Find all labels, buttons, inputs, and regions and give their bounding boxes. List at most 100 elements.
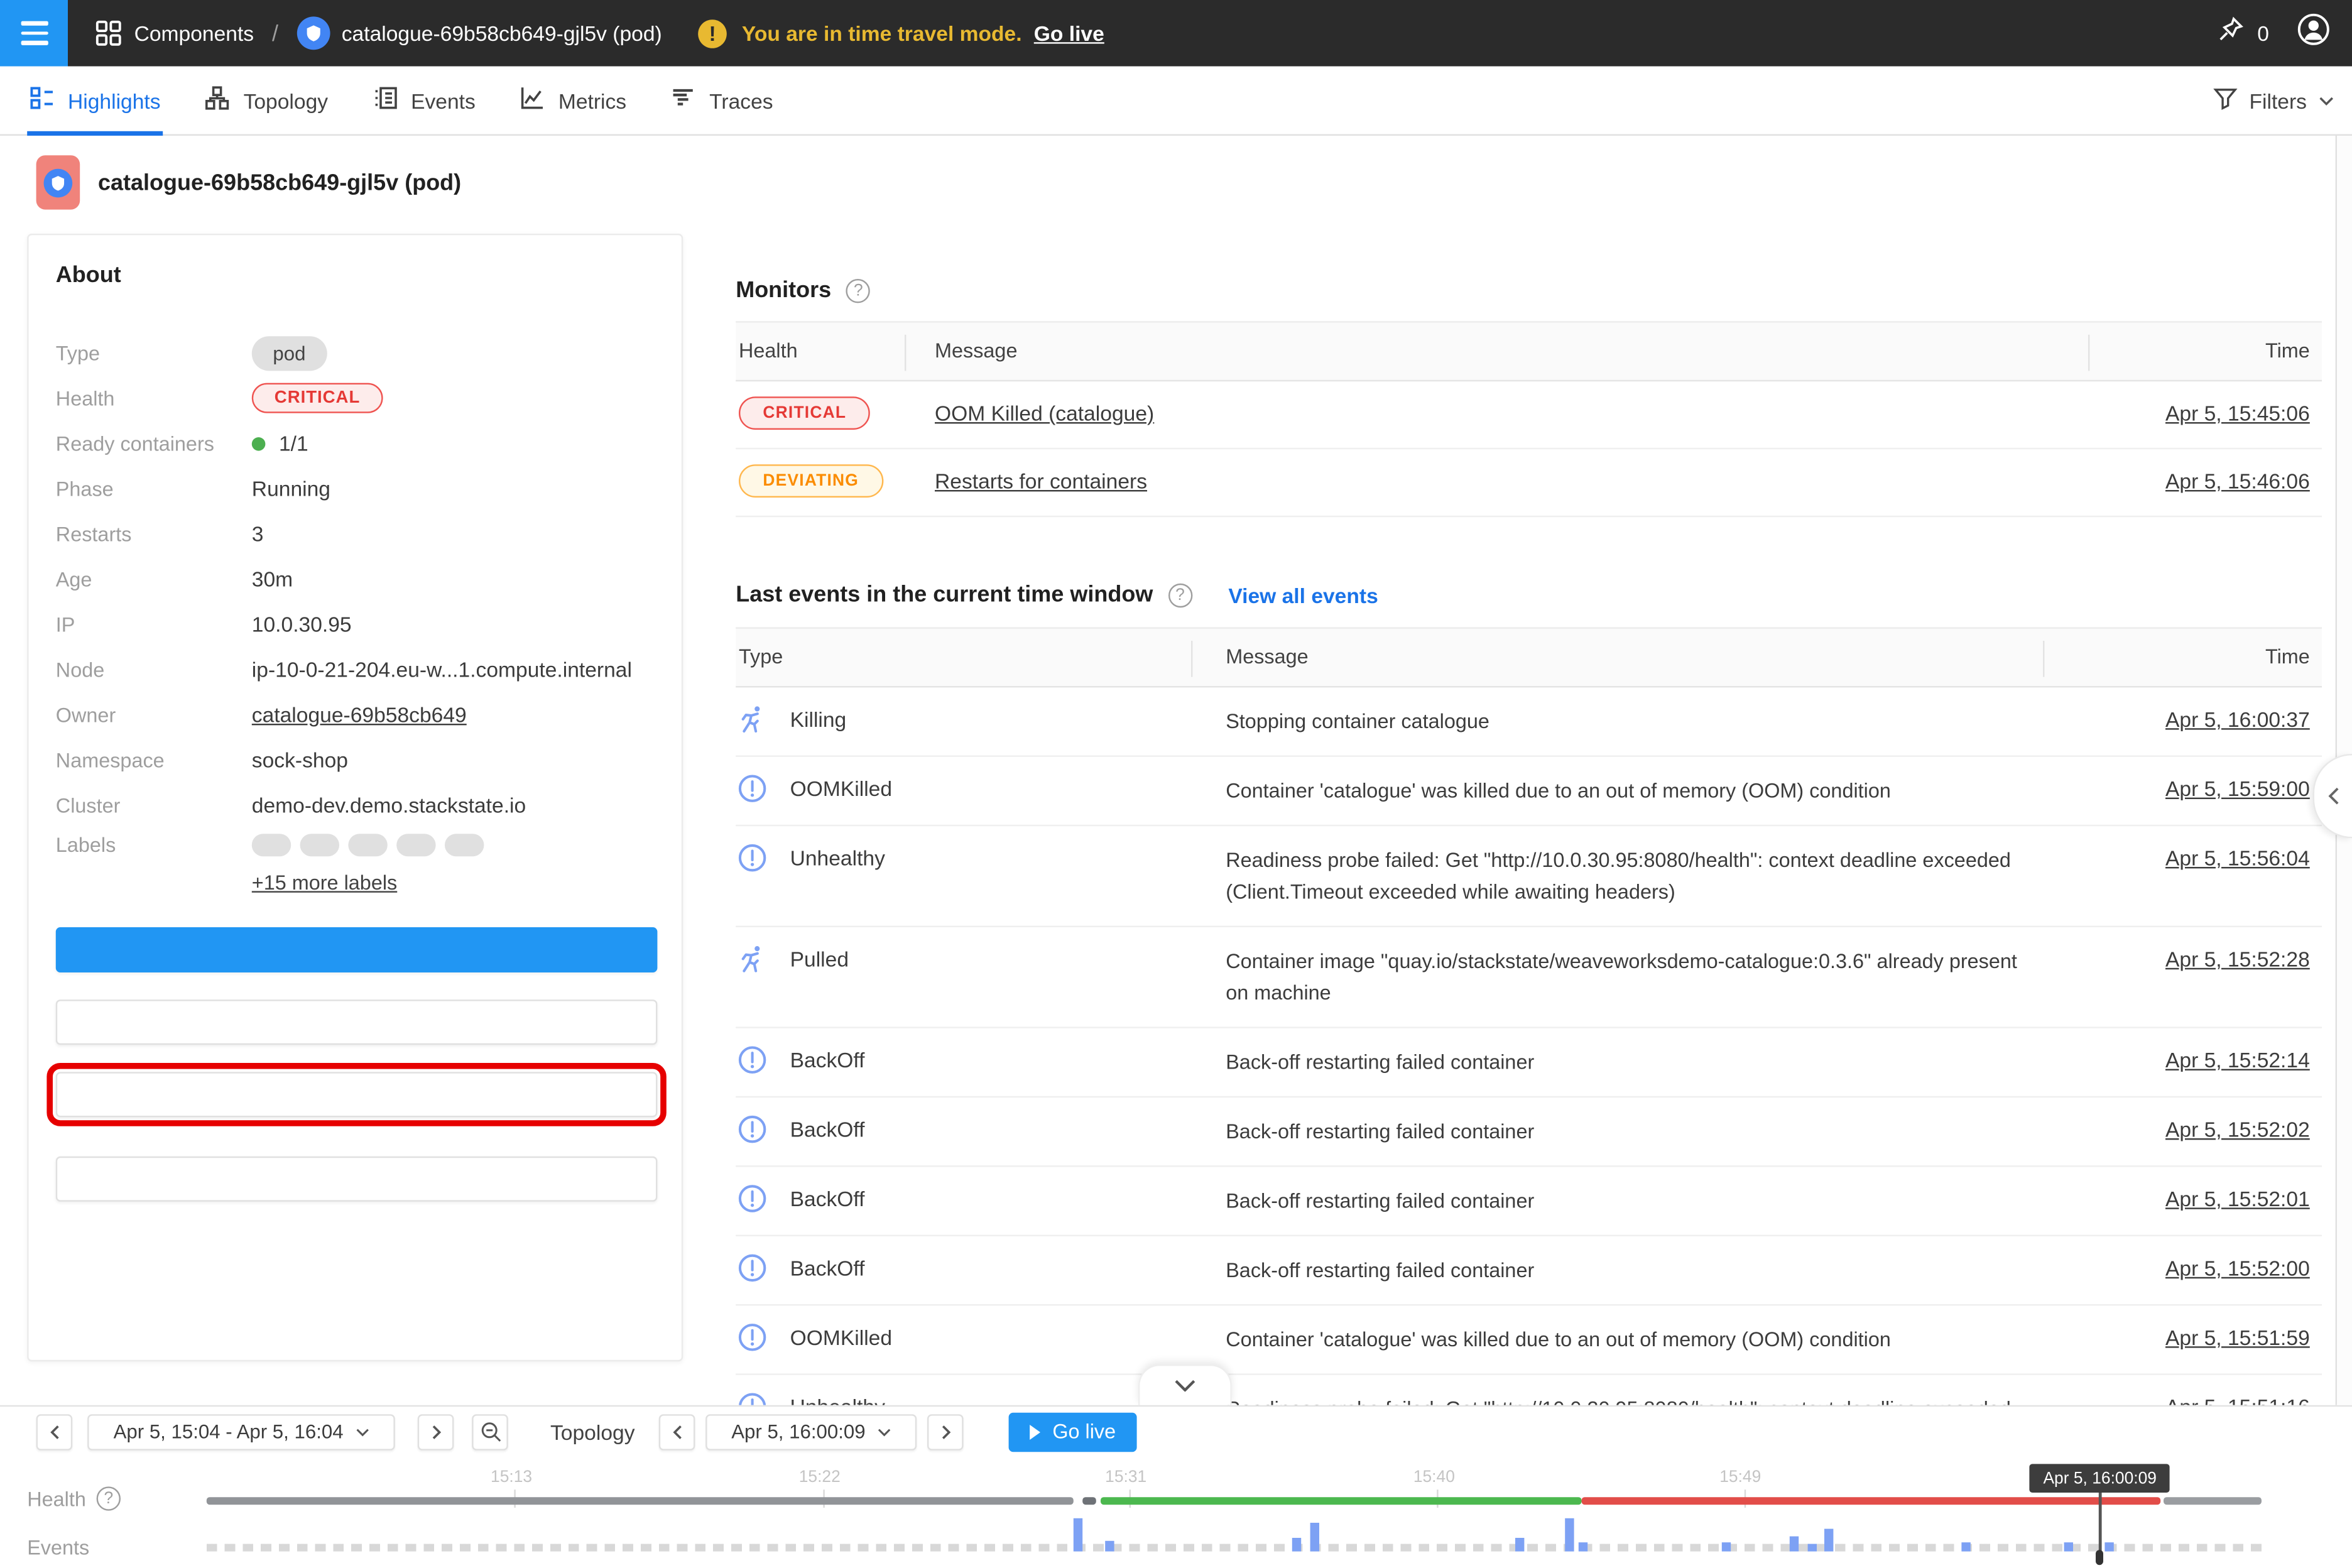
- events-title: Last events in the current time window: [736, 582, 1153, 607]
- tab-traces[interactable]: Traces: [668, 65, 776, 134]
- about-action-button[interactable]: [56, 927, 658, 972]
- user-avatar-icon[interactable]: [2296, 12, 2331, 54]
- col-message: Message: [1226, 645, 1308, 668]
- events-rows: Killing Stopping container catalogue Apr…: [736, 687, 2322, 1405]
- pin-icon[interactable]: [2216, 15, 2245, 52]
- field-label: Phase: [56, 477, 252, 500]
- tab-events[interactable]: Events: [370, 65, 478, 134]
- about-action-button[interactable]: [56, 1072, 658, 1117]
- tab-topology[interactable]: Topology: [203, 65, 331, 134]
- event-time-link[interactable]: Apr 5, 15:52:00: [2165, 1256, 2310, 1280]
- page-header: catalogue-69b58cb649-gjl5v (pod): [36, 155, 462, 209]
- traces-icon: [672, 86, 695, 115]
- monitor-message-link[interactable]: Restarts for containers: [935, 469, 1147, 493]
- about-field-row: Type pod: [56, 330, 655, 376]
- monitor-time-link[interactable]: Apr 5, 15:45:06: [2165, 401, 2310, 425]
- event-time-link[interactable]: Apr 5, 16:00:37: [2165, 707, 2310, 731]
- filter-funnel-icon: [2213, 87, 2237, 114]
- event-type: Killing: [790, 707, 847, 731]
- event-time-link[interactable]: Apr 5, 15:56:04: [2165, 846, 2310, 869]
- chevron-left-icon: [2327, 787, 2339, 805]
- event-type: BackOff: [790, 1048, 865, 1072]
- field-label: Ready containers: [56, 432, 252, 455]
- event-count-bar[interactable]: [2064, 1542, 2073, 1551]
- event-time-link[interactable]: Apr 5, 15:52:14: [2165, 1048, 2310, 1072]
- events-icon: [373, 86, 397, 115]
- event-count-bar[interactable]: [1074, 1518, 1082, 1552]
- tab-label: Topology: [244, 88, 329, 112]
- health-segment: [1101, 1497, 1581, 1505]
- topology-time-prev-button[interactable]: [659, 1413, 695, 1450]
- components-grid-icon: [95, 19, 122, 46]
- more-labels-link[interactable]: +15 more labels: [252, 871, 655, 894]
- help-icon[interactable]: ?: [1168, 583, 1192, 607]
- zoom-out-button[interactable]: [472, 1413, 508, 1450]
- label-pill: [396, 834, 435, 856]
- help-icon[interactable]: ?: [846, 278, 870, 302]
- about-action-button[interactable]: [56, 1157, 658, 1202]
- go-live-button[interactable]: Go live: [1009, 1412, 1137, 1451]
- scroll-down-button[interactable]: [1138, 1364, 1232, 1405]
- app-window: Components / catalogue-69b58cb649-gjl5v …: [0, 0, 2352, 1568]
- event-count-bar[interactable]: [2105, 1542, 2114, 1551]
- event-count-bar[interactable]: [1516, 1538, 1525, 1552]
- events-baseline: [207, 1544, 2262, 1552]
- tab-highlights[interactable]: Highlights: [27, 65, 163, 134]
- chevron-down-icon: [878, 1427, 891, 1436]
- timeline-events-label: Events: [27, 1537, 89, 1559]
- breadcrumb-section[interactable]: Components: [134, 21, 254, 45]
- label-pill: [348, 834, 387, 856]
- topology-time-next-button[interactable]: [927, 1413, 964, 1450]
- field-label: Node: [56, 658, 252, 681]
- tab-label: Highlights: [68, 88, 161, 112]
- field-value: sock-shop: [252, 748, 348, 771]
- time-range-dropdown[interactable]: Apr 5, 15:04 - Apr 5, 16:04: [87, 1413, 395, 1450]
- event-count-bar[interactable]: [1961, 1542, 1970, 1551]
- event-time-link[interactable]: Apr 5, 15:52:28: [2165, 947, 2310, 971]
- monitor-message-link[interactable]: OOM Killed (catalogue): [935, 401, 1154, 425]
- pod-badge-icon: [297, 16, 330, 50]
- topology-icon: [206, 86, 230, 115]
- event-count-bar[interactable]: [1721, 1542, 1730, 1551]
- event-count-bar[interactable]: [1579, 1542, 1588, 1551]
- event-count-bar[interactable]: [1104, 1541, 1113, 1552]
- tab-bar: Highlights Topology Events: [0, 67, 2352, 136]
- time-range-next-button[interactable]: [418, 1413, 454, 1450]
- marker-line: [2099, 1491, 2102, 1558]
- event-count-bar[interactable]: [1292, 1538, 1300, 1552]
- monitor-row: DEVIATING Restarts for containers Apr 5,…: [736, 449, 2322, 517]
- monitor-time-link[interactable]: Apr 5, 15:46:06: [2165, 469, 2310, 493]
- field-value[interactable]: catalogue-69b58cb649: [252, 702, 467, 726]
- highlights-icon: [30, 86, 54, 115]
- event-count-bar[interactable]: [1807, 1544, 1816, 1552]
- event-row: OOMKilled Container 'catalogue' was kill…: [736, 1305, 2322, 1375]
- tab-metrics[interactable]: Metrics: [518, 65, 629, 134]
- view-all-events-link[interactable]: View all events: [1228, 583, 1378, 607]
- event-time-link[interactable]: Apr 5, 15:51:16: [2165, 1395, 2310, 1405]
- event-message: Container 'catalogue' was killed due to …: [1226, 1305, 2040, 1373]
- about-action-button[interactable]: [56, 999, 658, 1045]
- about-fields: Type pod Health CRITICAL Ready container…: [56, 330, 655, 828]
- event-count-bar[interactable]: [1565, 1518, 1574, 1552]
- event-count-bar[interactable]: [1789, 1537, 1798, 1552]
- breadcrumb-entity[interactable]: catalogue-69b58cb649-gjl5v (pod): [342, 21, 662, 45]
- event-count-bar[interactable]: [1310, 1523, 1319, 1552]
- event-time-link[interactable]: Apr 5, 15:51:59: [2165, 1326, 2310, 1349]
- topology-time-dropdown[interactable]: Apr 5, 16:00:09: [705, 1413, 917, 1450]
- time-range-prev-button[interactable]: [36, 1413, 73, 1450]
- event-type: Pulled: [790, 947, 849, 971]
- event-time-link[interactable]: Apr 5, 15:52:01: [2165, 1187, 2310, 1211]
- timeline-plot[interactable]: 15:13 15:22 15:31 15:40 15:49 Apr 5, 16:…: [207, 1456, 2262, 1568]
- event-row: BackOff Back-off restarting failed conta…: [736, 1236, 2322, 1305]
- event-time-link[interactable]: Apr 5, 15:59:00: [2165, 776, 2310, 800]
- events-table: Type Message Time Killing Stopping conta…: [736, 627, 2322, 1405]
- event-count-bar[interactable]: [1824, 1529, 1832, 1552]
- hamburger-menu-button[interactable]: [0, 0, 68, 67]
- topbar-right: 0: [2216, 12, 2331, 54]
- go-live-link[interactable]: Go live: [1034, 21, 1104, 45]
- event-time-link[interactable]: Apr 5, 15:52:02: [2165, 1117, 2310, 1141]
- col-health: Health: [739, 339, 798, 362]
- filters-button[interactable]: Filters: [2213, 87, 2334, 114]
- event-type-icon: [738, 1045, 768, 1075]
- help-icon[interactable]: ?: [97, 1486, 121, 1510]
